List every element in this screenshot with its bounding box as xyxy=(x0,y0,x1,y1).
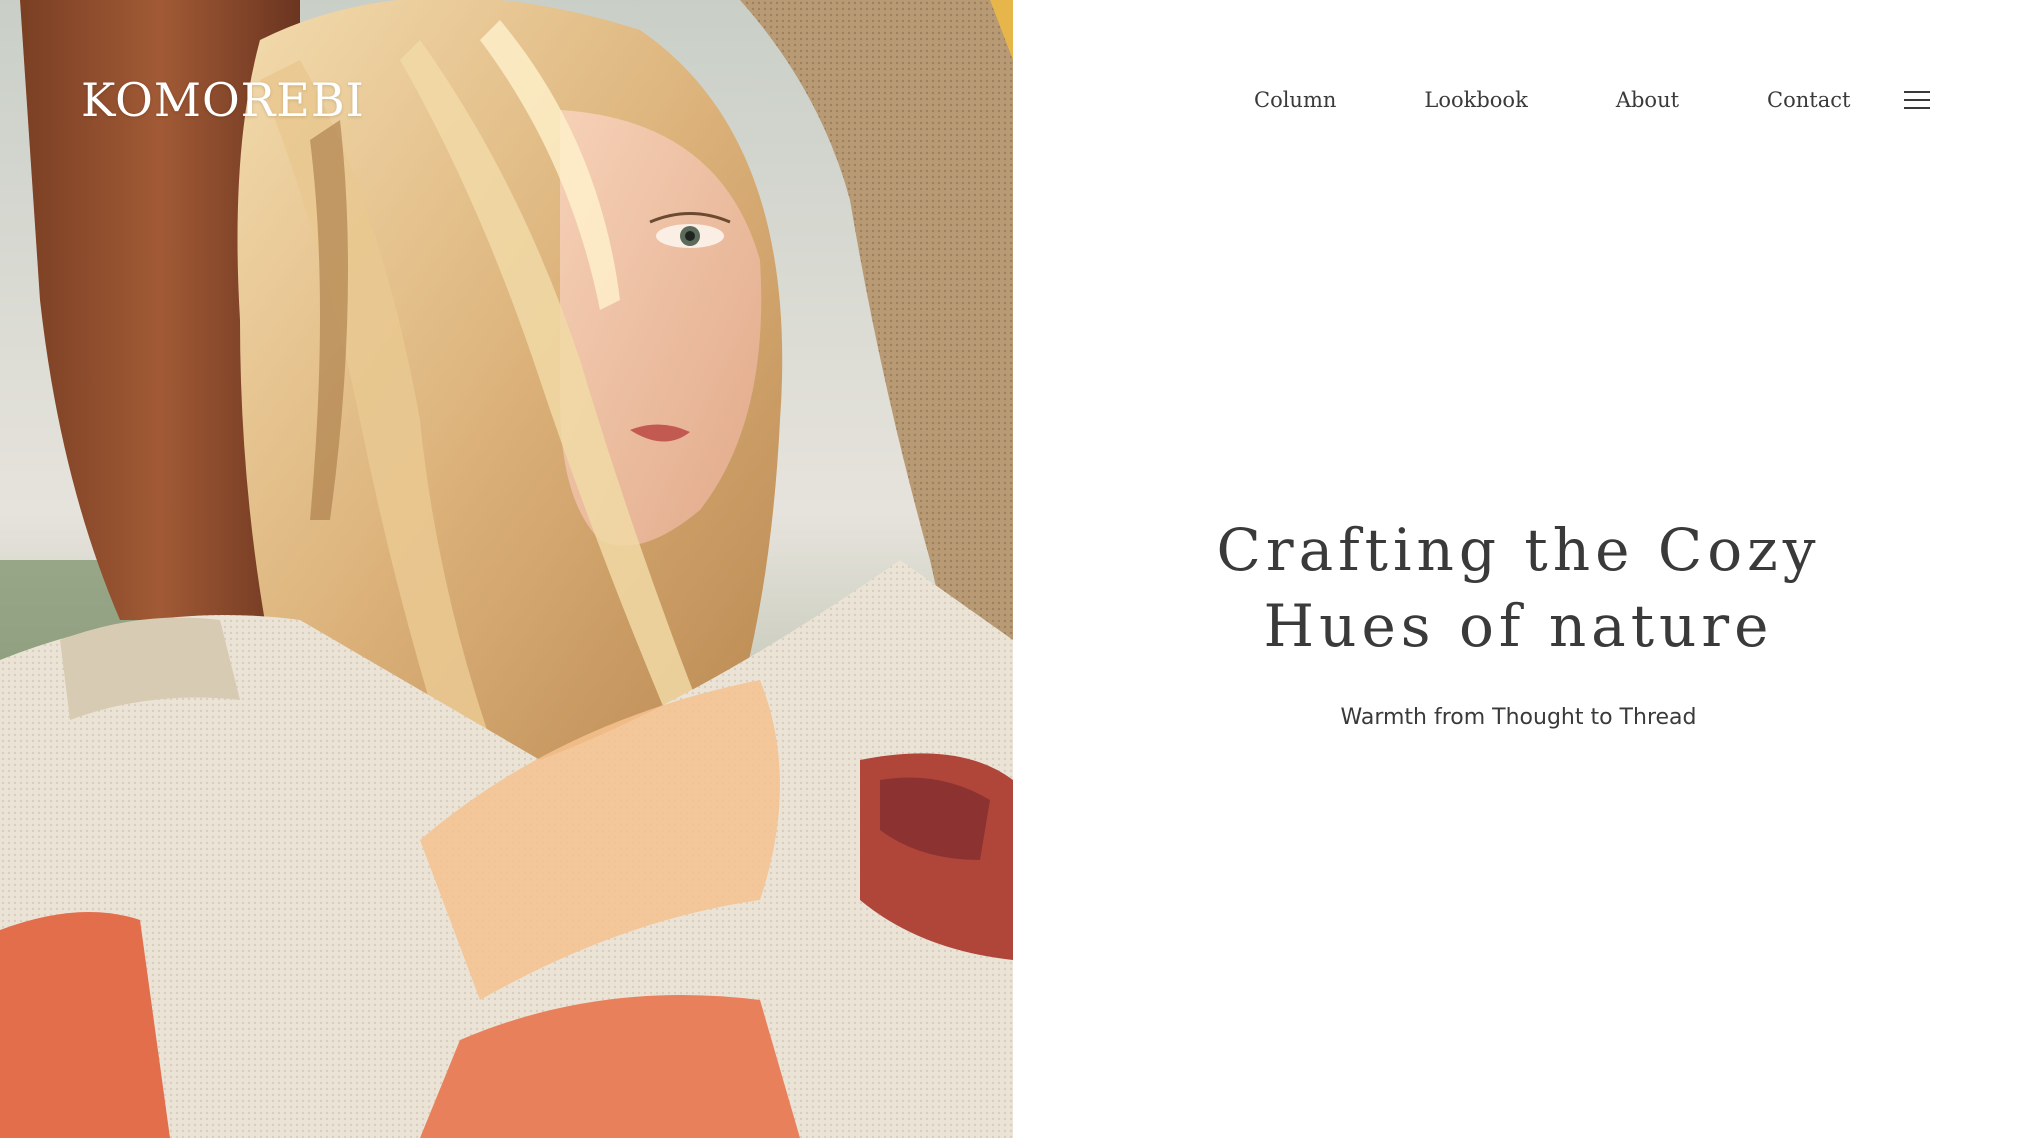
hero-title: Crafting the Cozy Hues of nature xyxy=(1013,512,2024,664)
woman-in-knit-sweater-photo xyxy=(0,0,1013,1138)
menu-line xyxy=(1904,107,1930,109)
hamburger-menu-icon[interactable] xyxy=(1904,88,1930,112)
nav-link-column[interactable]: Column xyxy=(1254,82,1336,118)
hero-text-block: Crafting the Cozy Hues of nature Warmth … xyxy=(1013,512,2024,734)
hero-subtitle: Warmth from Thought to Thread xyxy=(1340,705,1697,730)
hero-photo xyxy=(0,0,1013,1138)
menu-line xyxy=(1904,99,1930,101)
nav-link-contact[interactable]: Contact xyxy=(1767,82,1850,118)
menu-line xyxy=(1904,91,1930,93)
hero-title-line-2: Hues of nature xyxy=(1263,592,1774,660)
nav-link-about[interactable]: About xyxy=(1616,82,1679,118)
hero-title-line-1: Crafting the Cozy xyxy=(1216,516,1821,584)
main-nav: Column Lookbook About Contact xyxy=(1254,82,1850,118)
brand-logo[interactable]: KOMOREBI xyxy=(81,70,365,130)
nav-link-lookbook[interactable]: Lookbook xyxy=(1424,82,1527,118)
